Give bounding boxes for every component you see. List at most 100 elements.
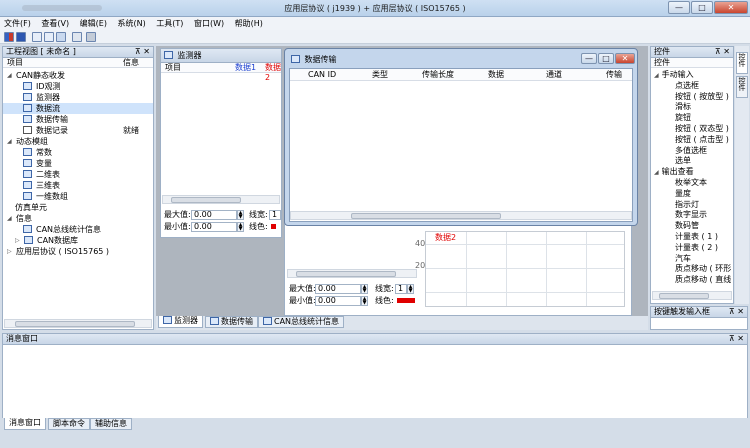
- tab-monitor[interactable]: 监测器: [158, 316, 203, 328]
- monitor2-hscroll[interactable]: [287, 269, 417, 278]
- tree-item[interactable]: 数据记录 就绪: [3, 125, 153, 136]
- tree-item[interactable]: ◢ 动态模组: [3, 136, 153, 147]
- control-item[interactable]: 数码管: [675, 220, 699, 231]
- dt-minimize-button[interactable]: —: [581, 53, 597, 64]
- tree-item[interactable]: 数据流: [3, 103, 153, 114]
- tab-can-stats[interactable]: CAN总线统计信息: [258, 316, 345, 328]
- minimize-button[interactable]: —: [668, 1, 690, 14]
- tree-item[interactable]: ID观测: [3, 81, 153, 92]
- tree-item[interactable]: ▷ 应用层协议 ( ISO15765 ): [3, 246, 153, 257]
- side-tab-controls-2[interactable]: 控件: [736, 76, 748, 98]
- tree-item[interactable]: 变量: [3, 158, 153, 169]
- tree-item[interactable]: 常数: [3, 147, 153, 158]
- tab-message-window[interactable]: 消息窗口: [4, 418, 46, 430]
- expander-icon[interactable]: ◢: [7, 70, 12, 81]
- control-label: 旋钮: [675, 113, 691, 123]
- control-item[interactable]: 旋钮: [675, 112, 691, 123]
- monitor-max-input[interactable]: 0.00: [191, 210, 237, 220]
- control-item[interactable]: 多值选框: [675, 145, 707, 156]
- menu-edit[interactable]: 编辑(E): [76, 17, 111, 30]
- control-item[interactable]: 汽车: [675, 253, 691, 264]
- dt-hscroll[interactable]: [290, 211, 632, 220]
- control-item[interactable]: 按钮 ( 点击型 ): [675, 134, 729, 145]
- run-icon[interactable]: [4, 32, 14, 42]
- controls-hscroll[interactable]: [652, 291, 732, 300]
- control-item[interactable]: 滑标: [675, 101, 691, 112]
- control-item[interactable]: 按钮 ( 按放型 ): [675, 91, 729, 102]
- menu-file[interactable]: 文件(F): [0, 17, 35, 30]
- key-trigger-pin-close-icon[interactable]: ⊼ ✕: [729, 307, 744, 317]
- message-header: 消息窗口 ⊼ ✕: [3, 334, 747, 345]
- tree-item[interactable]: ◢ 信息: [3, 213, 153, 224]
- tree-item[interactable]: 监测器: [3, 92, 153, 103]
- monitor-max-spinner[interactable]: ▲ ▼: [237, 210, 244, 220]
- menu-view[interactable]: 查看(V): [37, 17, 73, 30]
- menu-system[interactable]: 系统(N): [114, 17, 150, 30]
- side-tab-controls[interactable]: 控件: [736, 52, 748, 74]
- grid-icon[interactable]: [86, 32, 96, 42]
- connect-icon[interactable]: [32, 32, 42, 42]
- control-item[interactable]: 选单: [675, 155, 691, 166]
- close-button[interactable]: ✕: [714, 1, 748, 14]
- dt-close-button[interactable]: ✕: [615, 53, 635, 64]
- project-view-header: 工程视图 [ 未命名 ] ⊼ ✕: [3, 47, 153, 58]
- layout-icon[interactable]: [56, 32, 66, 42]
- control-group[interactable]: ◢ 手动输入: [654, 69, 694, 80]
- monitor-color-swatch[interactable]: [271, 224, 276, 229]
- monitor2-max-spinner[interactable]: ▲ ▼: [361, 284, 368, 294]
- tree-item[interactable]: 仿真单元: [3, 202, 153, 213]
- tab-script-command[interactable]: 脚本命令: [48, 418, 90, 430]
- dt-maximize-button[interactable]: □: [598, 53, 614, 64]
- monitor-hscroll[interactable]: [162, 195, 280, 204]
- tree-item[interactable]: 数据传输: [3, 114, 153, 125]
- controls-pin-close-icon[interactable]: ⊼ ✕: [715, 47, 730, 57]
- monitor-title: 监测器: [177, 51, 202, 60]
- monitor2-color-swatch[interactable]: [397, 298, 415, 303]
- expander-icon[interactable]: ▷: [7, 246, 12, 257]
- monitor-min-input[interactable]: 0.00: [191, 222, 237, 232]
- monitor-min-spinner[interactable]: ▲ ▼: [237, 222, 244, 232]
- config-icon[interactable]: [44, 32, 54, 42]
- tree-item[interactable]: 三维表: [3, 180, 153, 191]
- monitor2-min-spinner[interactable]: ▲ ▼: [361, 296, 368, 306]
- monitor2-width-spinner[interactable]: ▲ ▼: [407, 284, 414, 294]
- expander-icon[interactable]: ◢: [7, 213, 12, 224]
- control-item[interactable]: 质点移动 ( 环形: [675, 263, 731, 274]
- window-icon[interactable]: [72, 32, 82, 42]
- menu-window[interactable]: 窗口(W): [190, 17, 228, 30]
- monitor-width-input[interactable]: 1: [269, 210, 281, 220]
- control-item[interactable]: 计量表 ( 2 ): [675, 242, 718, 253]
- control-item[interactable]: 计量表 ( 1 ): [675, 231, 718, 242]
- maximize-button[interactable]: □: [691, 1, 713, 14]
- panel-pin-close-icon[interactable]: ⊼ ✕: [135, 47, 150, 57]
- message-pin-close-icon[interactable]: ⊼ ✕: [729, 334, 744, 344]
- monitor2-min-input[interactable]: 0.00: [315, 296, 361, 306]
- stop-icon[interactable]: [16, 32, 26, 42]
- dt-columns: CAN ID 类型 传输长度 数据 通道 传输: [290, 69, 632, 81]
- menu-tools[interactable]: 工具(T): [152, 17, 187, 30]
- tab-data-transfer[interactable]: 数据传输: [205, 316, 258, 328]
- tree-item[interactable]: 一维数组: [3, 191, 153, 202]
- tree-item[interactable]: CAN总线统计信息: [3, 224, 153, 235]
- expander-icon[interactable]: ◢: [7, 136, 12, 147]
- control-item[interactable]: 按钮 ( 双态型 ): [675, 123, 729, 134]
- control-group[interactable]: ◢ 输出查看: [654, 166, 694, 177]
- tree-item-label: 三维表: [36, 181, 60, 190]
- monitor2-width-input[interactable]: 1: [395, 284, 407, 294]
- tree-item[interactable]: ◢ CAN静态收发: [3, 70, 153, 81]
- control-item[interactable]: 数字显示: [675, 209, 707, 220]
- menu-help[interactable]: 帮助(H): [231, 17, 267, 30]
- tree-item[interactable]: ▷ CAN数据库: [3, 235, 153, 246]
- expander-icon[interactable]: ◢: [654, 72, 659, 79]
- control-item[interactable]: 点选框: [675, 80, 699, 91]
- tree-item[interactable]: 二维表: [3, 169, 153, 180]
- expander-icon[interactable]: ◢: [654, 169, 659, 176]
- control-item[interactable]: 指示灯: [675, 199, 699, 210]
- control-item[interactable]: 量度: [675, 188, 691, 199]
- project-hscroll[interactable]: [4, 319, 152, 328]
- tab-aux-info[interactable]: 辅助信息: [90, 418, 132, 430]
- control-item[interactable]: 质点移动 ( 直线: [675, 274, 731, 285]
- monitor2-max-input[interactable]: 0.00: [315, 284, 361, 294]
- control-item[interactable]: 枚举文本: [675, 177, 707, 188]
- expander-icon[interactable]: ▷: [15, 235, 20, 246]
